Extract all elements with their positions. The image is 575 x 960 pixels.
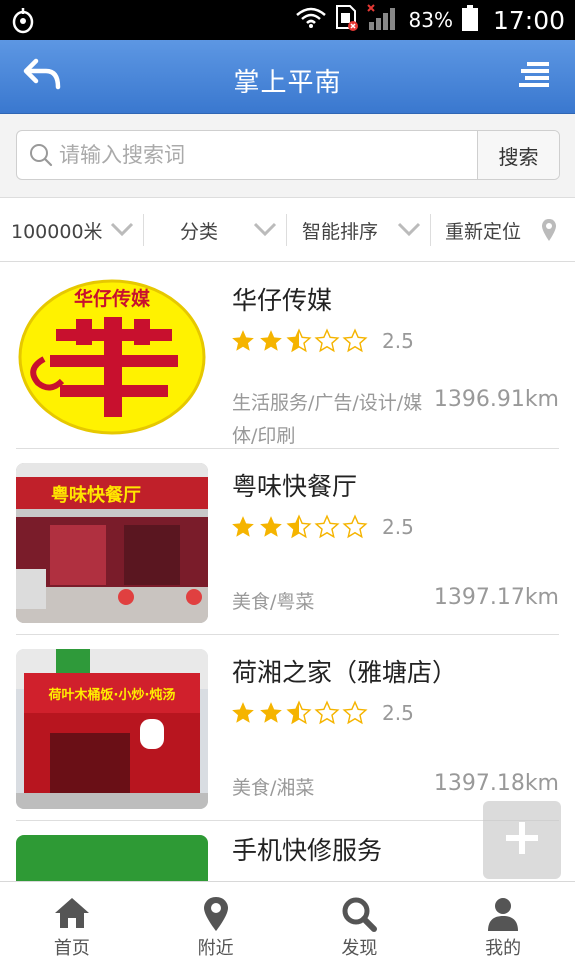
shop-sign-text: 粤味快餐厅 [51, 484, 141, 506]
star-full-icon [232, 702, 254, 723]
page-title: 掌上平南 [233, 68, 342, 98]
wifi-icon [295, 7, 327, 33]
list-item[interactable]: 华仔传媒 华仔传媒 2.5 生活服务/广告/设计/媒体/印刷 1396.91km [16, 263, 559, 449]
location-pin-icon [203, 897, 228, 931]
business-photo [16, 835, 208, 881]
notification-icon [10, 6, 36, 38]
star-empty-icon [342, 514, 368, 539]
battery-percent: 83% [408, 8, 453, 32]
filter-bar: 100000米 分类 智能排序 重新定位 [0, 198, 575, 262]
category-filter[interactable]: 分类 [144, 198, 287, 262]
chevron-down-icon [253, 220, 277, 242]
clock: 17:00 [492, 5, 565, 35]
tab-discover[interactable]: 发现 [288, 882, 432, 960]
business-name: 手机快修服务 [232, 836, 383, 865]
menu-icon[interactable] [517, 60, 551, 94]
tab-label: 我的 [485, 938, 522, 959]
location-pin-icon [541, 218, 557, 247]
business-category: 美食/粤菜 [232, 591, 315, 613]
star-empty-icon [314, 328, 340, 353]
list-item[interactable]: 荷叶木桶饭·小炒·炖汤 荷湘之家（雅塘店） 2.5 美食/湘菜 1397.18k… [16, 635, 559, 821]
rating-score: 2.5 [382, 701, 414, 725]
tab-label: 首页 [53, 938, 90, 959]
business-photo: 粤味快餐厅 [16, 463, 208, 623]
star-full-icon [232, 516, 254, 537]
shop-sign-text: 荷叶木桶饭·小炒·炖汤 [48, 687, 176, 703]
user-icon [488, 898, 519, 931]
relocate-button[interactable]: 重新定位 [431, 198, 575, 262]
tab-nearby[interactable]: 附近 [144, 882, 288, 960]
star-half-icon [286, 514, 312, 539]
sort-filter[interactable]: 智能排序 [287, 198, 431, 262]
signal-icon [366, 4, 401, 36]
chevron-down-icon [110, 220, 134, 242]
list-item[interactable]: 粤味快餐厅 粤味快餐厅 2.5 美食/粤菜 1397.17km [16, 449, 559, 635]
star-full-icon [260, 330, 282, 351]
bottom-tab-bar: 首页 附近 发现 我的 [0, 881, 575, 960]
battery-icon [461, 4, 479, 36]
search-input[interactable] [59, 131, 474, 179]
star-empty-icon [342, 700, 368, 725]
star-empty-icon [342, 328, 368, 353]
business-list: 华仔传媒 华仔传媒 2.5 生活服务/广告/设计/媒体/印刷 1396.91km [0, 263, 575, 881]
business-distance: 1397.17km [433, 585, 559, 610]
business-category: 生活服务/广告/设计/媒体/印刷 [232, 392, 423, 447]
status-bar: 83% 17:00 [0, 0, 575, 40]
business-category: 美食/湘菜 [232, 777, 315, 799]
rating-score: 2.5 [382, 329, 414, 353]
star-empty-icon [314, 700, 340, 725]
search-box: 搜索 [16, 130, 560, 180]
business-name: 粤味快餐厅 [232, 472, 358, 501]
relocate-label: 重新定位 [445, 220, 522, 243]
star-full-icon [232, 330, 254, 351]
rating-score: 2.5 [382, 515, 414, 539]
business-name: 华仔传媒 [232, 286, 333, 315]
star-rating: 2.5 [230, 514, 414, 540]
list-item[interactable]: 手机快修服务 [16, 821, 559, 881]
search-icon [29, 143, 53, 171]
app-header: 掌上平南 [0, 40, 575, 114]
add-button[interactable] [483, 801, 561, 879]
business-name: 荷湘之家（雅塘店） [232, 658, 458, 687]
search-bar: 搜索 [0, 114, 575, 198]
star-full-icon [260, 702, 282, 723]
star-rating: 2.5 [230, 700, 414, 726]
logo-text: 华仔传媒 [74, 287, 151, 310]
tab-label: 附近 [197, 938, 234, 959]
sort-filter-label: 智能排序 [302, 220, 379, 243]
sim-error-icon [335, 4, 359, 36]
tab-profile[interactable]: 我的 [431, 882, 575, 960]
star-half-icon [286, 328, 312, 353]
business-logo: 华仔传媒 [16, 277, 208, 437]
star-half-icon [286, 700, 312, 725]
chevron-down-icon [397, 220, 421, 242]
search-button[interactable]: 搜索 [477, 131, 559, 179]
home-icon [54, 898, 89, 928]
distance-filter[interactable]: 100000米 [0, 198, 144, 262]
business-distance: 1397.18km [433, 771, 559, 796]
star-empty-icon [314, 514, 340, 539]
search-icon [342, 897, 378, 932]
category-filter-label: 分类 [180, 220, 219, 243]
tab-label: 发现 [341, 938, 378, 959]
distance-filter-label: 100000米 [11, 220, 103, 243]
star-full-icon [260, 516, 282, 537]
plus-icon [504, 820, 540, 860]
star-rating: 2.5 [230, 328, 414, 354]
business-photo: 荷叶木桶饭·小炒·炖汤 [16, 649, 208, 809]
business-distance: 1396.91km [433, 387, 559, 412]
tab-home[interactable]: 首页 [0, 882, 144, 960]
